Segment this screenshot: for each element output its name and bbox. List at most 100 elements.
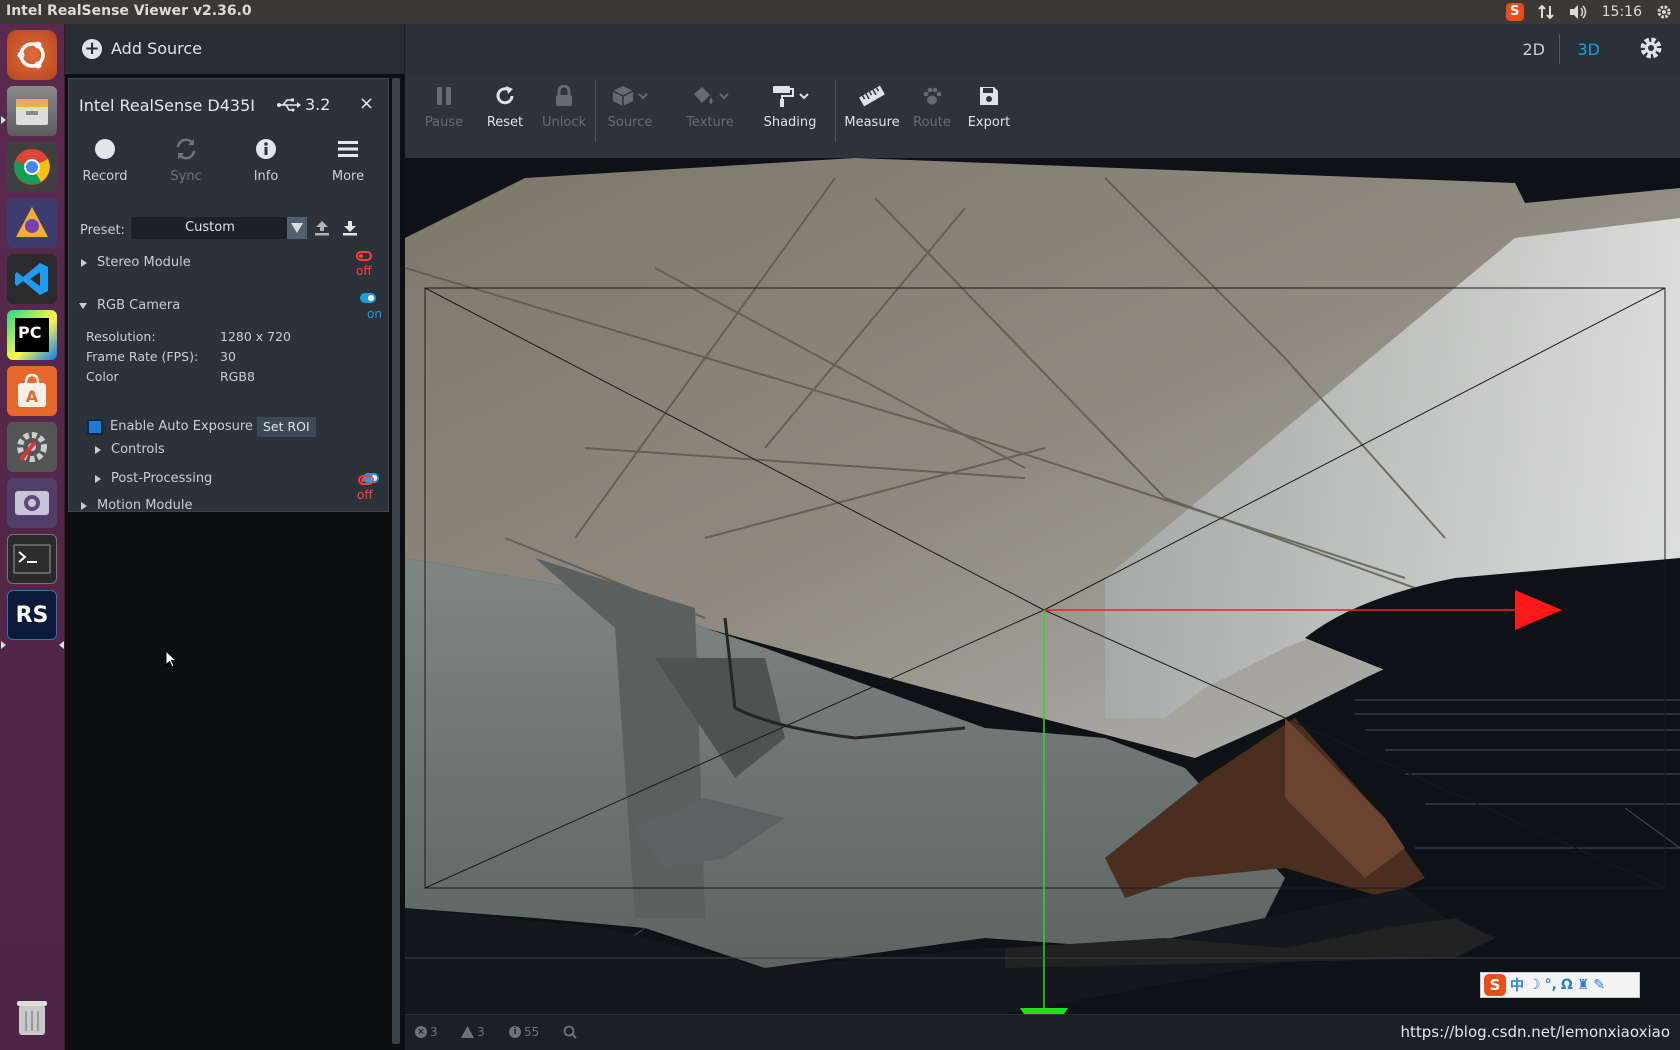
rgb-camera-row[interactable]: RGB Camera [79,298,180,313]
add-source-button[interactable]: + Add Source [65,24,405,74]
record-button[interactable]: Record [70,135,140,184]
view-header: 2D 3D [405,24,1680,74]
volume-icon[interactable] [1568,4,1588,20]
download-preset-icon[interactable] [341,219,359,237]
chevron-down-icon[interactable] [287,217,307,239]
files-icon[interactable] [7,86,57,136]
sogou-icon[interactable]: S [1505,3,1524,21]
color-format-value[interactable]: RGB8 [220,369,255,384]
stereo-module-row[interactable]: Stereo Module [81,255,191,270]
network-icon[interactable] [1537,4,1554,20]
export-button[interactable]: Export [954,84,1024,130]
record-label: Record [82,169,128,184]
expand-arrow-icon [95,474,101,483]
webcam-icon[interactable] [7,478,57,528]
view-2d-button[interactable]: 2D [1523,40,1546,59]
chevron-down-icon [719,93,729,100]
motion-module-row[interactable]: Motion Module [81,498,192,513]
info-icon [256,139,276,159]
panel-scrollbar[interactable] [392,78,400,1044]
moon-icon[interactable]: ☽ [1528,977,1541,993]
rgb-camera-toggle[interactable] [360,293,376,303]
3d-viewport[interactable]: Pause Reset Unlock Source Texture Shadin… [405,74,1680,1050]
info-count[interactable]: i 55 [509,1025,539,1039]
upload-preset-icon[interactable] [313,219,331,237]
realsense-viewer-icon[interactable]: RS [7,590,57,640]
controls-row[interactable]: Controls [95,442,165,457]
terminal-icon[interactable] [7,534,57,584]
expand-arrow-icon [81,258,87,267]
preset-select[interactable]: Custom [131,217,289,239]
stereo-module-state: off [356,264,372,278]
stereo-module-toggle[interactable] [356,251,372,261]
system-tray: S 15:16 [1505,2,1672,22]
preset-label: Preset: [80,223,125,238]
sogou-icon[interactable]: S [1484,974,1506,996]
auto-exposure-label: Enable Auto Exposure [110,419,253,434]
vscode-icon[interactable] [7,254,57,304]
ubuntu-logo-icon[interactable] [7,30,57,80]
mouse-pointer-icon [165,650,177,668]
warning-icon [461,1026,474,1038]
device-name: Intel RealSense D435I [79,96,255,115]
source-label: Source [607,115,653,130]
usb-version: 3.2 [305,95,331,114]
plus-circle-icon: + [82,39,102,59]
ime-toolbar[interactable]: S 中 ☽ °, Ω ♜ ✎ [1480,972,1640,998]
set-roi-button[interactable]: Set ROI [257,417,316,437]
point-cloud-scene[interactable] [405,158,1680,1014]
paint-bucket-icon [694,87,713,104]
settings-icon[interactable] [1656,4,1672,20]
pause-label: Pause [424,115,464,130]
auto-exposure-checkbox[interactable] [87,419,103,435]
sync-label: Sync [170,169,202,184]
more-button[interactable]: More [313,135,383,184]
cube-icon [612,86,634,106]
rgb-camera-label: RGB Camera [97,298,181,313]
shading-dropdown[interactable]: Shading [755,84,825,130]
floppy-disk-icon [980,87,998,105]
info-button[interactable]: Info [231,135,301,184]
info-label: Info [253,169,279,184]
punctuation-icon[interactable]: °, [1545,977,1557,993]
post-processing-row[interactable]: Post-Processing [95,471,212,486]
more-label: More [331,169,365,184]
trash-icon[interactable] [7,992,57,1042]
motion-module-state: off [357,488,373,502]
sync-icon [176,138,196,160]
pause-icon [437,87,451,105]
app-icon[interactable] [7,198,57,248]
omega-icon[interactable]: Ω [1561,977,1573,993]
pycharm-icon[interactable]: PC [7,310,57,360]
pause-button[interactable]: Pause [409,84,479,130]
system-settings-icon[interactable] [7,422,57,472]
view-3d-button[interactable]: 3D [1578,40,1601,59]
unlock-label: Unlock [542,115,586,130]
texture-dropdown[interactable]: Texture [675,84,745,130]
search-icon[interactable] [563,1025,577,1039]
shirt-icon[interactable]: ♜ [1577,977,1590,993]
error-count[interactable]: × 3 [415,1025,438,1039]
expand-arrow-icon [81,501,87,510]
gear-icon[interactable] [1638,35,1664,61]
software-center-icon[interactable]: A [7,366,57,416]
fps-label: Frame Rate (FPS): [86,349,199,364]
ime-mode-label[interactable]: 中 [1510,975,1524,995]
source-dropdown[interactable]: Source [595,84,665,130]
resolution-value[interactable]: 1280 x 720 [220,329,291,344]
wrench-icon[interactable]: ✎ [1593,977,1605,993]
chevron-down-icon [799,93,809,100]
clock[interactable]: 15:16 [1602,4,1642,20]
chrome-icon[interactable] [7,142,57,192]
motion-module-toggle[interactable] [358,475,374,485]
paint-roller-icon [773,86,794,107]
resolution-label: Resolution: [86,329,156,344]
view-toggle-divider [1559,34,1560,64]
record-icon [95,139,115,159]
fps-value[interactable]: 30 [220,349,236,364]
close-device-button[interactable]: × [359,93,374,114]
unlock-button[interactable]: Unlock [529,84,599,130]
color-format-label: Color [86,369,119,384]
sync-button[interactable]: Sync [151,135,221,184]
warning-count[interactable]: 3 [461,1025,485,1039]
